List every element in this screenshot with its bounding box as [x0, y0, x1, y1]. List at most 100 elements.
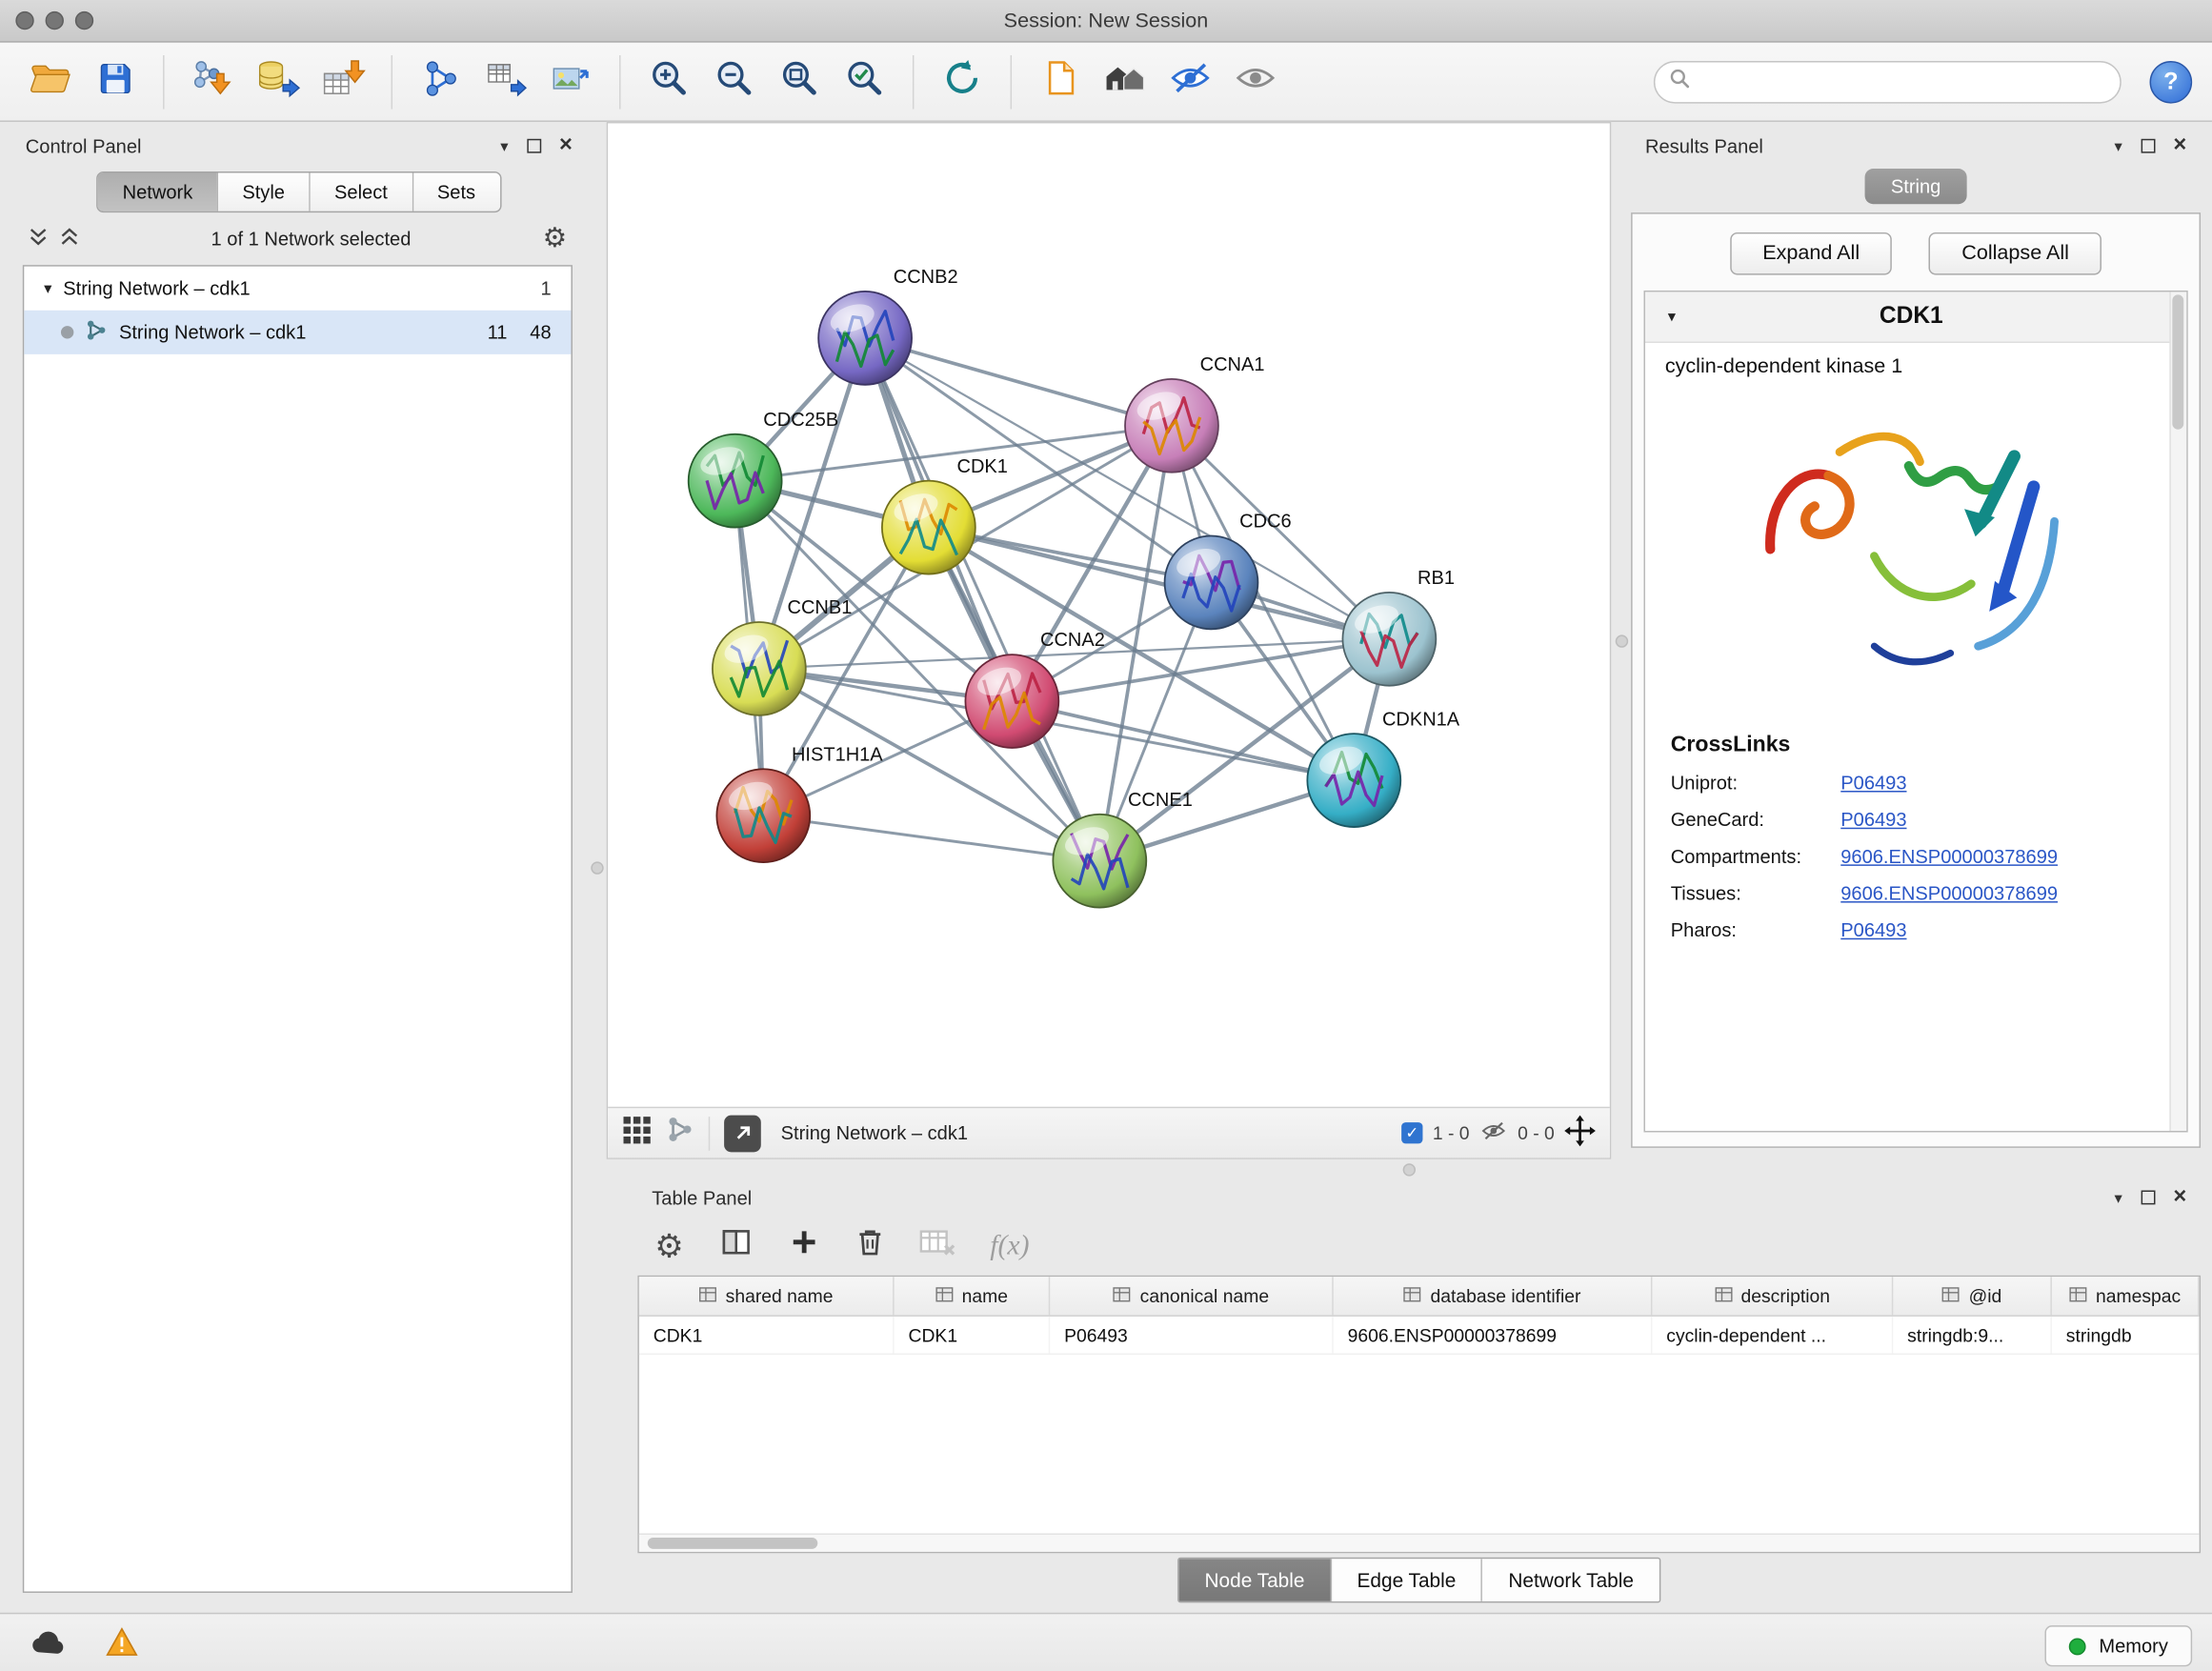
cloud-button[interactable] [20, 1624, 77, 1667]
tab-string[interactable]: String [1865, 169, 1966, 204]
network-collection-row[interactable]: ▾ String Network – cdk1 1 [24, 267, 571, 311]
crosslink-link[interactable]: P06493 [1840, 919, 1906, 940]
warning-button[interactable] [93, 1624, 150, 1667]
results-panel-menu-icon[interactable]: ▾ [2115, 137, 2122, 155]
search-input[interactable] [1700, 70, 2105, 91]
help-button[interactable]: ? [2150, 60, 2193, 103]
new-network-button[interactable] [411, 50, 470, 112]
select-columns-icon[interactable] [718, 1226, 754, 1266]
results-scrollbar[interactable] [2169, 292, 2186, 1131]
protein-card-expander-icon[interactable]: ▾ [1668, 308, 1676, 326]
column-header-canonical-name[interactable]: canonical name [1050, 1277, 1334, 1315]
table-row[interactable]: CDK1CDK1P064939606.ENSP00000378699cyclin… [639, 1317, 2200, 1355]
column-label: canonical name [1140, 1285, 1269, 1306]
network-row-selected[interactable]: String Network – cdk1 11 48 [24, 311, 571, 354]
tab-style[interactable]: Style [218, 172, 311, 211]
birdseye-grid-icon[interactable] [622, 1115, 652, 1152]
results-scrollbar-thumb[interactable] [2172, 294, 2183, 429]
column-header-namespac[interactable]: namespac [2052, 1277, 2200, 1315]
network-node-HIST1H1A[interactable]: HIST1H1A [716, 744, 883, 862]
network-node-CDK1[interactable]: CDK1 [882, 456, 1008, 574]
show-graphics-details-button[interactable] [1096, 50, 1155, 112]
copy-style-button[interactable] [1030, 50, 1089, 112]
zoom-selected-button[interactable] [835, 50, 894, 112]
import-network-database-button[interactable] [248, 50, 307, 112]
table-cell[interactable]: CDK1 [895, 1317, 1051, 1354]
table-cell[interactable]: cyclin-dependent ... [1652, 1317, 1893, 1354]
table-cell[interactable]: P06493 [1050, 1317, 1334, 1354]
table-hscrollbar[interactable] [639, 1533, 2200, 1551]
collapse-all-icon[interactable] [29, 227, 49, 251]
zoom-fit-button[interactable] [770, 50, 829, 112]
zoom-window-button[interactable] [75, 11, 93, 30]
network-share-icon[interactable] [666, 1116, 694, 1151]
crosslink-link[interactable]: 9606.ENSP00000378699 [1840, 846, 2058, 867]
table-cell[interactable]: 9606.ENSP00000378699 [1334, 1317, 1653, 1354]
crosslink-link[interactable]: P06493 [1840, 773, 1906, 794]
table-splitter[interactable] [607, 1159, 2212, 1179]
open-session-button[interactable] [20, 50, 79, 112]
memory-button[interactable]: Memory [2045, 1625, 2192, 1666]
results-panel-float-icon[interactable] [2141, 139, 2155, 153]
network-graph[interactable]: CCNB2CCNA1CDC25BCDK1CDC6RB1CCNB1CCNA2CDK… [608, 123, 1610, 1106]
tree-expander-icon[interactable]: ▾ [44, 279, 51, 297]
collapse-all-button[interactable]: Collapse All [1929, 232, 2101, 275]
zoom-in-button[interactable] [639, 50, 698, 112]
table-panel-menu-icon[interactable]: ▾ [2115, 1188, 2122, 1206]
table-cell[interactable]: stringdb:9... [1893, 1317, 2052, 1354]
table-hscrollbar-thumb[interactable] [648, 1538, 818, 1549]
tab-network-table[interactable]: Network Table [1483, 1559, 1659, 1601]
zoom-out-button[interactable] [704, 50, 763, 112]
column-header-name[interactable]: name [895, 1277, 1051, 1315]
table-settings-gear-icon[interactable]: ⚙ [654, 1229, 684, 1261]
export-image-button[interactable] [541, 50, 600, 112]
expand-all-icon[interactable] [59, 227, 79, 251]
control-panel-menu-icon[interactable]: ▾ [500, 137, 508, 155]
apply-layout-button[interactable] [933, 50, 992, 112]
hidden-eye-slash-icon[interactable] [1479, 1118, 1508, 1148]
pan-move-icon[interactable] [1564, 1116, 1596, 1151]
tab-select[interactable]: Select [311, 172, 413, 211]
crosslink-link[interactable]: 9606.ENSP00000378699 [1840, 883, 2058, 904]
table-panel-close-icon[interactable]: × [2173, 1186, 2186, 1209]
tab-sets[interactable]: Sets [413, 172, 500, 211]
network-node-CDC25B[interactable]: CDC25B [689, 410, 839, 528]
search-box[interactable] [1654, 60, 2122, 103]
table-panel-float-icon[interactable] [2141, 1191, 2155, 1205]
hide-edges-button[interactable] [1160, 50, 1219, 112]
new-table-button[interactable] [476, 50, 535, 112]
tab-edge-table[interactable]: Edge Table [1332, 1559, 1483, 1601]
import-table-button[interactable] [313, 50, 372, 112]
gear-icon[interactable]: ⚙ [543, 226, 567, 252]
column-header-description[interactable]: description [1652, 1277, 1893, 1315]
delete-column-icon[interactable] [854, 1226, 885, 1266]
network-node-RB1[interactable]: RB1 [1342, 568, 1455, 686]
column-header-@id[interactable]: @id [1893, 1277, 2052, 1315]
right-splitter[interactable] [1611, 122, 1631, 1159]
tab-network[interactable]: Network [98, 172, 218, 211]
detach-view-button[interactable] [724, 1115, 761, 1152]
close-window-button[interactable] [15, 11, 33, 30]
minimize-window-button[interactable] [46, 11, 64, 30]
table-cell[interactable]: CDK1 [639, 1317, 895, 1354]
column-header-shared-name[interactable]: shared name [639, 1277, 895, 1315]
control-panel-float-icon[interactable] [527, 139, 541, 153]
tab-node-table[interactable]: Node Table [1179, 1559, 1332, 1601]
left-splitter[interactable] [587, 122, 607, 1613]
control-panel-close-icon[interactable]: × [559, 134, 573, 157]
selected-checkbox-icon[interactable]: ✓ [1401, 1122, 1422, 1143]
crosslink-link[interactable]: P06493 [1840, 809, 1906, 830]
network-node-CCNA1[interactable]: CCNA1 [1125, 354, 1264, 473]
results-panel-close-icon[interactable]: × [2173, 134, 2186, 157]
table-cell[interactable]: stringdb [2052, 1317, 2200, 1354]
add-column-icon[interactable] [787, 1226, 819, 1266]
network-node-CDKN1A[interactable]: CDKN1A [1307, 709, 1459, 827]
save-session-button[interactable] [85, 50, 144, 112]
import-network-file-button[interactable] [183, 50, 242, 112]
show-all-button[interactable] [1226, 50, 1285, 112]
expand-all-button[interactable]: Expand All [1730, 232, 1892, 275]
network-canvas[interactable]: CCNB2CCNA1CDC25BCDK1CDC6RB1CCNB1CCNA2CDK… [608, 123, 1610, 1106]
delete-table-icon-disabled [919, 1226, 956, 1264]
network-node-CCNB2[interactable]: CCNB2 [818, 267, 957, 385]
column-header-database-identifier[interactable]: database identifier [1334, 1277, 1653, 1315]
